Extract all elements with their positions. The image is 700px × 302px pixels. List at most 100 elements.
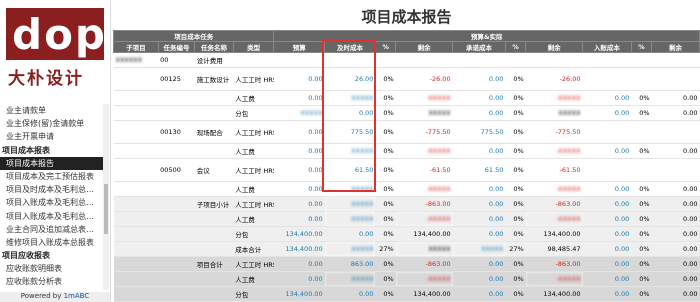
sidebar-scrollbar[interactable] bbox=[103, 104, 109, 290]
table-cell bbox=[113, 158, 159, 182]
table-cell bbox=[194, 271, 234, 287]
column-header: 任务编号 bbox=[157, 41, 196, 53]
table-cell bbox=[525, 52, 583, 68]
table-cell: 0.00 bbox=[273, 196, 325, 212]
sidebar-item[interactable]: 项目入账成本及毛利总… bbox=[0, 210, 103, 223]
table-row: 项目合计 人工工时 HRS 0.00 863.00 0% -863.00 0.00 0% -86… bbox=[113, 256, 700, 272]
table-cell: 人工工时 HRS bbox=[233, 158, 274, 182]
sidebar-item[interactable]: 业主开票申请 bbox=[0, 130, 103, 143]
column-header: 子项目 bbox=[113, 41, 159, 53]
sidebar-item[interactable]: 业主合同及追加减总表… bbox=[0, 223, 103, 236]
table-cell: 0.00 bbox=[582, 90, 632, 106]
table-cell: 0.00 bbox=[651, 90, 700, 106]
table-row: 子项目小计 人工工时 HRS 0.00 XXXXX 0% -863.00 0.00 0% -86… bbox=[113, 196, 700, 212]
table-cell: 分包 bbox=[233, 105, 274, 121]
table-cell: 0% bbox=[375, 196, 396, 212]
sidebar: dop 大朴设计 业主请款单 业主保修(留)金请款单 业主开票申请 项目成本报表 项目成… bbox=[0, 0, 111, 302]
table-cell bbox=[505, 52, 526, 68]
table-cell: 00 bbox=[158, 52, 195, 68]
table-cell: 人工费 bbox=[233, 181, 274, 197]
table-cell bbox=[158, 256, 195, 272]
report-area: 项目成本报告 项目成本任务 预算&实际 子项目 任务编号 任务名称 类型 预算 及时成本%… bbox=[113, 0, 700, 302]
footer-link[interactable]: 1mABC bbox=[64, 292, 90, 300]
table-cell: 0.00 bbox=[651, 143, 700, 159]
table-cell bbox=[158, 181, 195, 197]
group-header-budget: 预算&实际 bbox=[273, 30, 700, 42]
table-cell bbox=[651, 158, 700, 182]
table-cell bbox=[582, 158, 632, 182]
sidebar-item[interactable]: 项目成本报告 bbox=[0, 156, 103, 170]
table-cell: 0.00 bbox=[452, 211, 506, 227]
table-cell: 61.50 bbox=[324, 158, 376, 182]
table-row: 人工费 0.00 XXXXX 0% -XXXXX 0.00 0% -XXXXX 0.00 0% 0.… bbox=[113, 211, 700, 227]
table-cell: 0% bbox=[375, 158, 396, 182]
group-header-task: 项目成本任务 bbox=[113, 30, 275, 42]
table-cell: -XXXXX bbox=[525, 271, 583, 287]
table-cell bbox=[651, 67, 700, 91]
table-cell: XXXXX bbox=[395, 241, 453, 257]
table-row: 分包 134,400.00 0.00 0% 134,400.00 0.00 0% 134,40… bbox=[113, 286, 700, 302]
table-cell: -XXXXX bbox=[525, 143, 583, 159]
table-cell: 0.00 bbox=[452, 143, 506, 159]
table-cell bbox=[158, 196, 195, 212]
table-cell: 0% bbox=[505, 120, 526, 144]
logo-letters: dop bbox=[12, 10, 107, 59]
table-cell: 0.00 bbox=[452, 105, 506, 121]
table-cell: 人工费 bbox=[233, 271, 274, 287]
sidebar-item[interactable]: 项目及时成本及毛利总… bbox=[0, 183, 103, 196]
table-cell bbox=[194, 226, 234, 242]
sidebar-section: 项目成本报表 bbox=[2, 145, 50, 155]
table-row: 分包 134,400.00 0.00 0% 134,400.00 0.00 0% 134,40… bbox=[113, 226, 700, 242]
table-row: XXXXXX 00 设计费用 bbox=[113, 52, 700, 68]
table-cell bbox=[631, 120, 652, 144]
table-cell: -863.00 bbox=[525, 256, 583, 272]
table-cell: 0.00 bbox=[273, 67, 325, 91]
table-cell bbox=[113, 67, 159, 91]
table-cell: -XXXXX bbox=[525, 181, 583, 197]
sidebar-item[interactable]: 业主保修(留)金请款单 bbox=[0, 117, 103, 130]
table-cell: XXXXX bbox=[452, 241, 506, 257]
table-cell: -XXXXX bbox=[395, 271, 453, 287]
column-header: 预算 bbox=[273, 41, 326, 53]
table-cell bbox=[113, 286, 159, 302]
sidebar-item[interactable]: 应收账款分析表 bbox=[0, 275, 103, 288]
table-cell bbox=[452, 52, 506, 68]
table-cell: 0% bbox=[631, 105, 652, 121]
page-title: 项目成本报告 bbox=[361, 8, 452, 26]
sidebar-item[interactable]: 项目成本及完工预估报表 bbox=[0, 170, 103, 183]
table-cell: 0.00 bbox=[582, 271, 632, 287]
table-cell: 134,400.00 bbox=[525, 286, 583, 302]
table-cell bbox=[113, 120, 159, 144]
table-cell: 134,400.00 bbox=[525, 226, 583, 242]
sidebar-item[interactable]: 应收账款明细表 bbox=[0, 262, 103, 275]
sidebar-item[interactable]: 业主请款单 bbox=[0, 104, 103, 117]
table-cell bbox=[113, 105, 159, 121]
table-cell: 0.00 bbox=[273, 271, 325, 287]
table-cell: 人工费 bbox=[233, 211, 274, 227]
report-table: 项目成本任务 预算&实际 子项目 任务编号 任务名称 类型 预算 及时成本% 剩余 承诺成本%… bbox=[113, 30, 700, 302]
table-cell: 863.00 bbox=[324, 256, 376, 272]
sidebar-item[interactable]: 维修项目入账成本总报表 bbox=[0, 236, 103, 249]
table-cell: 人工工时 HRS bbox=[233, 256, 274, 272]
table-cell: -26.00 bbox=[395, 67, 453, 91]
table-cell: 0% bbox=[375, 181, 396, 197]
table-row: 人工费 0.00 XXXXX 0% -XXXXX 0.00 0% -XXXXX 0.00 0% 0.… bbox=[113, 271, 700, 287]
table-cell bbox=[113, 143, 159, 159]
table-cell bbox=[631, 67, 652, 91]
footer-prefix: Powered by bbox=[20, 292, 64, 300]
table-cell: 分包 bbox=[233, 286, 274, 302]
table-cell: -26.00 bbox=[525, 67, 583, 91]
table-cell: 27% bbox=[375, 241, 396, 257]
table-row: 人工费 0.00 XXXXX 0% -XXXXX 0.00 0% -XXXXX 0.00 0% 0.… bbox=[113, 90, 700, 106]
table-cell: 会议 bbox=[194, 158, 234, 182]
table-cell: 26.00 bbox=[324, 67, 376, 91]
scrollbar-thumb[interactable] bbox=[104, 184, 108, 234]
table-cell: 分包 bbox=[233, 226, 274, 242]
table-cell: 项目合计 bbox=[194, 256, 234, 272]
table-cell: 0% bbox=[631, 256, 652, 272]
table-cell: 0.00 bbox=[452, 181, 506, 197]
table-cell bbox=[113, 256, 159, 272]
table-cell: 00130 bbox=[158, 120, 195, 144]
table-cell: 0% bbox=[375, 286, 396, 302]
sidebar-item[interactable]: 项目入账成本及毛利总… bbox=[0, 196, 103, 209]
